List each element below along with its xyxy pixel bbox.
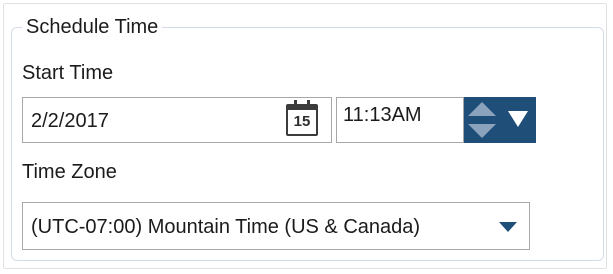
calendar-ring-left xyxy=(294,100,297,107)
calendar-day-number: 15 xyxy=(293,113,311,130)
time-spinner xyxy=(464,97,500,143)
chevron-up-icon xyxy=(468,102,496,116)
groupbox-title: Schedule Time xyxy=(22,14,163,40)
calendar-icon[interactable]: 15 xyxy=(286,100,318,136)
chevron-down-icon xyxy=(499,222,517,232)
time-zone-dropdown[interactable]: (UTC-07:00) Mountain Time (US & Canada) xyxy=(22,202,530,250)
start-time-field[interactable]: 11:13AM xyxy=(336,97,464,143)
time-decrement-button[interactable] xyxy=(464,120,500,143)
dropdown-arrow-icon xyxy=(508,111,528,127)
calendar-ring-right xyxy=(307,100,310,107)
start-date-field[interactable]: 2/2/2017 15 xyxy=(22,97,332,143)
start-time-value: 11:13AM xyxy=(343,104,422,126)
time-dropdown-button[interactable] xyxy=(500,97,536,143)
time-zone-selected-value: (UTC-07:00) Mountain Time (US & Canada) xyxy=(31,216,421,238)
chevron-down-icon xyxy=(468,124,496,138)
start-date-value: 2/2/2017 xyxy=(31,110,109,132)
time-zone-label: Time Zone xyxy=(22,161,117,183)
time-increment-button[interactable] xyxy=(464,97,500,120)
start-time-label: Start Time xyxy=(22,62,114,84)
